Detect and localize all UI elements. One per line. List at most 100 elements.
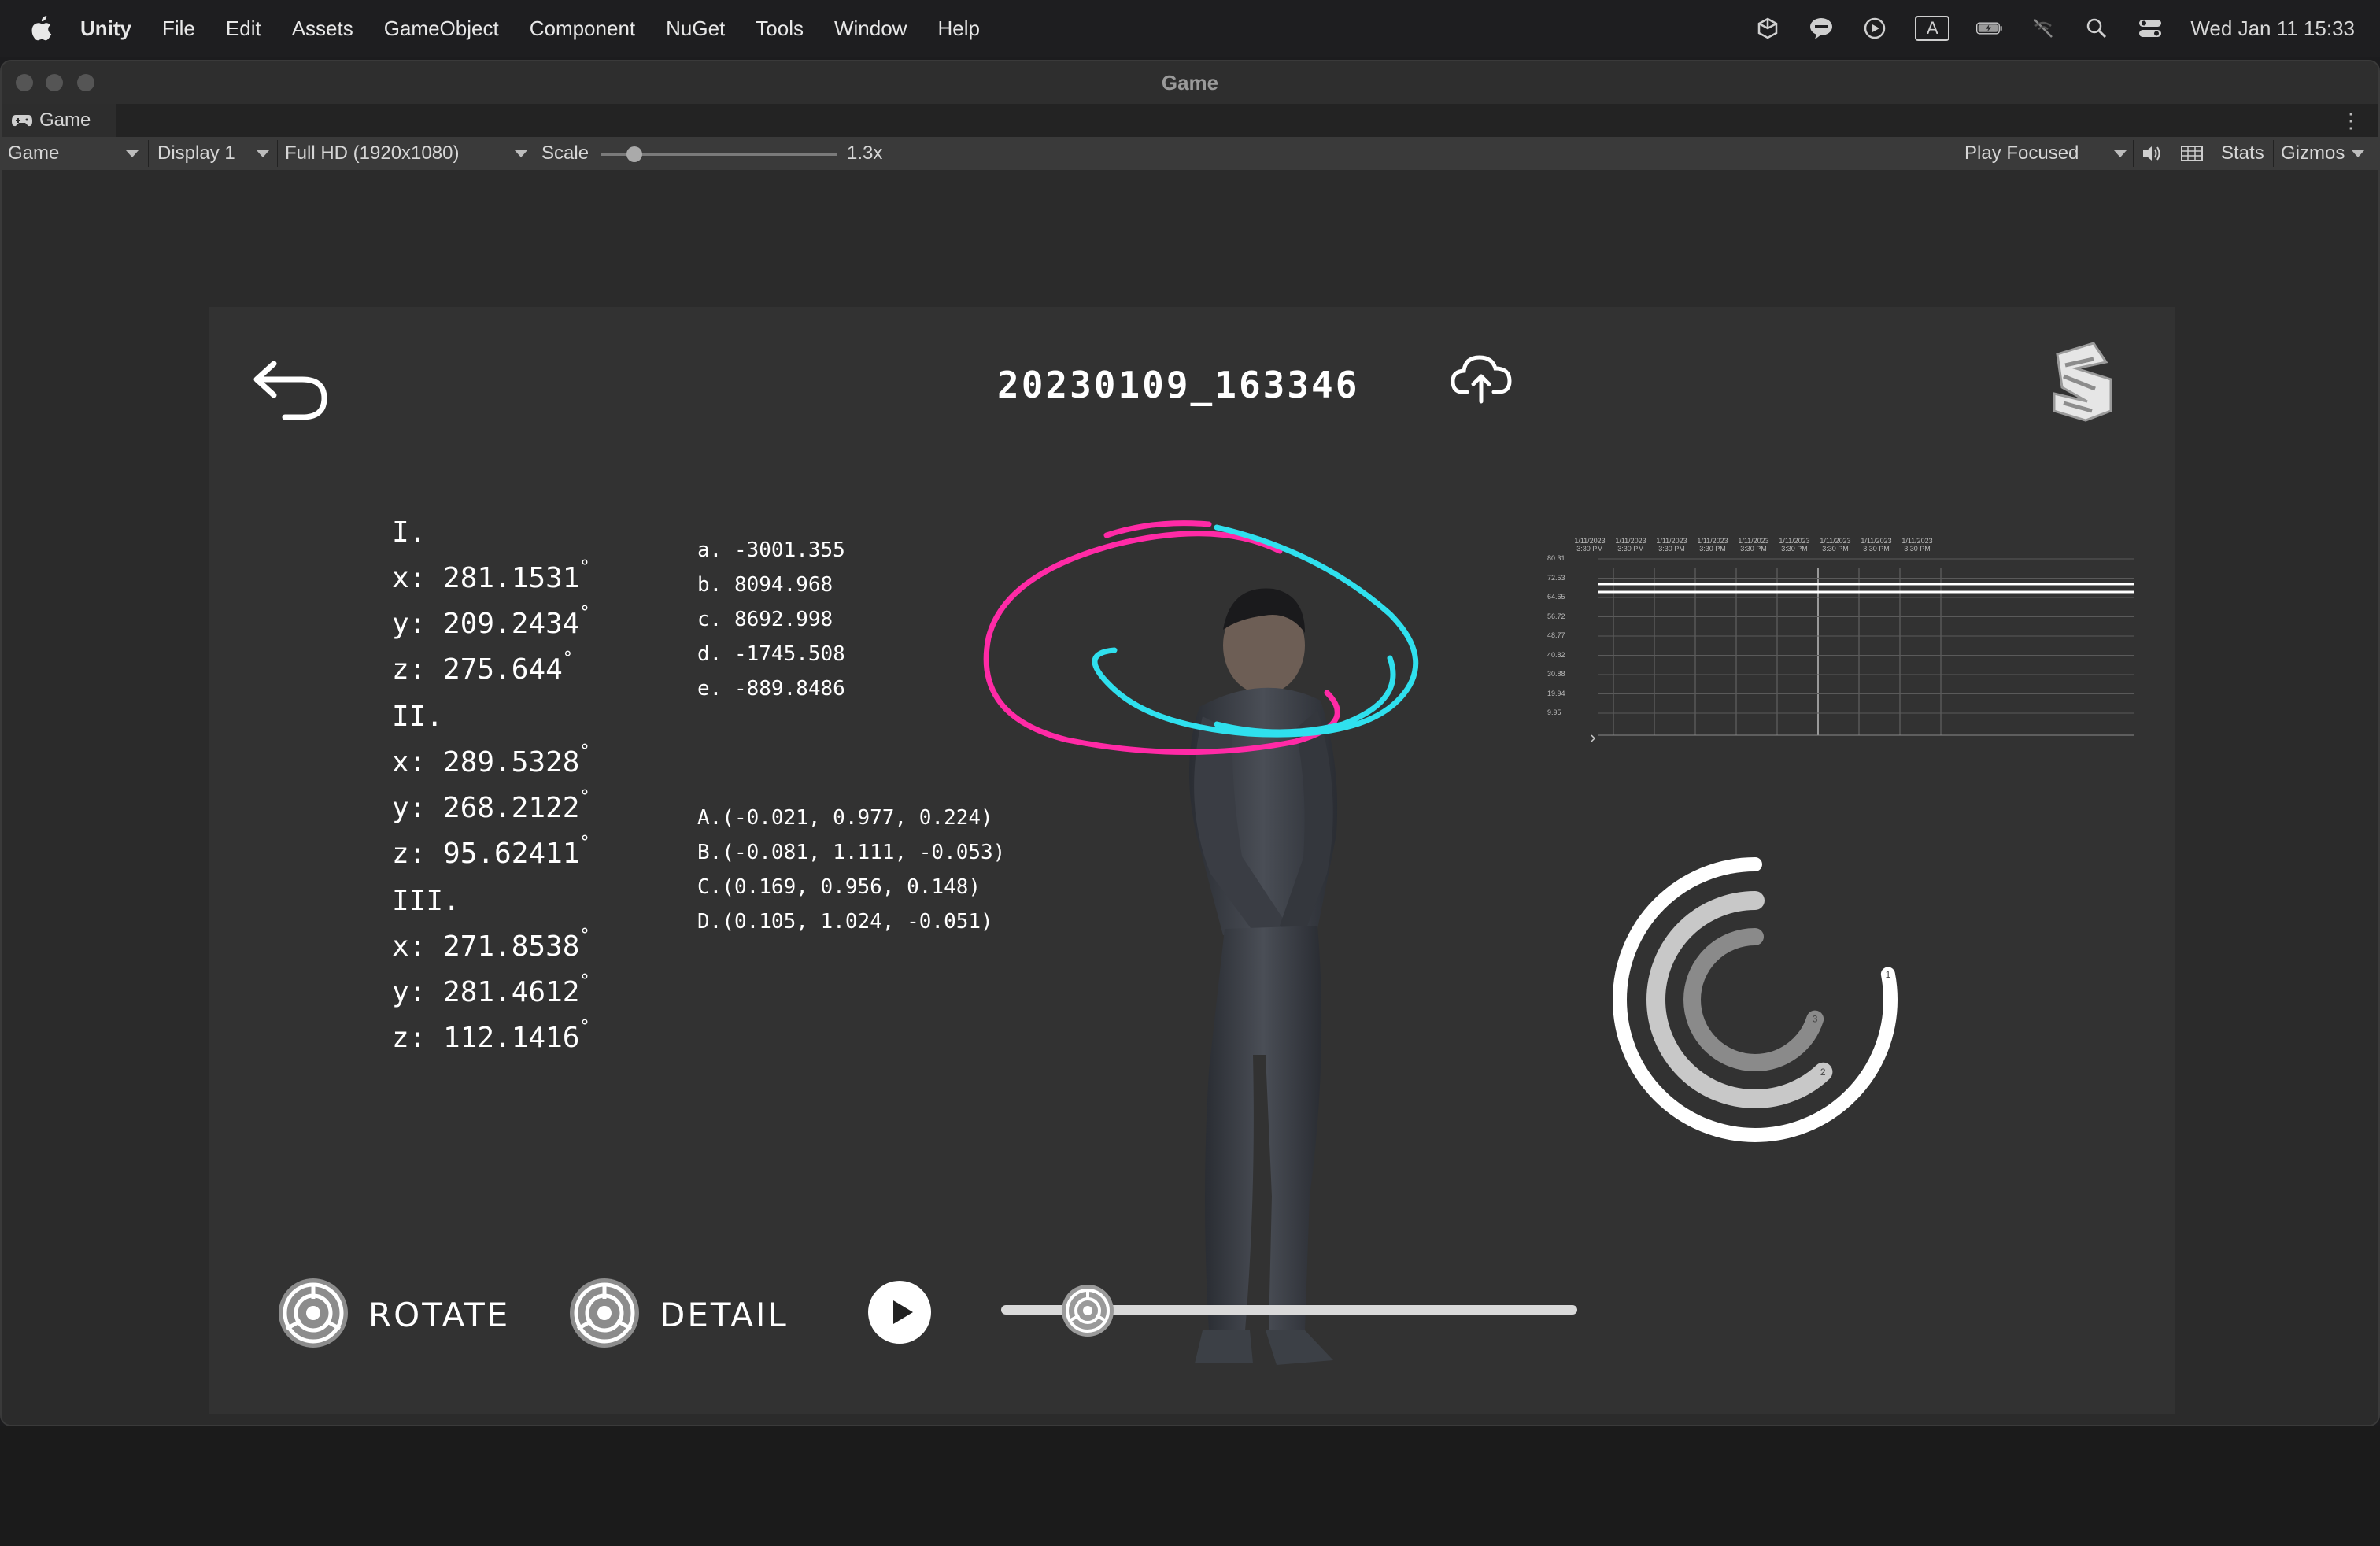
radial-gauge: 1 2 3 <box>1613 857 1898 1142</box>
rotate-button[interactable]: ROTATE <box>368 1296 510 1334</box>
angle-z: z: 275.644 <box>392 653 563 686</box>
display-dropdown[interactable]: Display 1 <box>157 137 269 170</box>
angle-z: z: 95.62411 <box>392 838 580 870</box>
angle-value: y: 209.2434° <box>392 603 590 640</box>
menu-window[interactable]: Window <box>834 17 907 41</box>
battery-icon[interactable] <box>1976 15 2003 42</box>
section-label: I. <box>392 516 427 549</box>
angle-value: y: 281.4612° <box>392 971 590 1008</box>
angle-x: x: 289.5328 <box>392 746 580 779</box>
app-logo-icon <box>2053 342 2112 422</box>
tab-game[interactable]: Game <box>2 104 116 137</box>
game-window: Game Game ⋮ Game Display 1 Full HD (1920… <box>0 60 2380 1426</box>
game-view[interactable]: 20230109_163346 I. x: 281.1531° y: 209.2… <box>2 170 2378 1425</box>
window-title: Game <box>1161 71 1219 94</box>
scale-slider-thumb[interactable] <box>626 146 642 162</box>
rotate-icon[interactable] <box>275 1275 351 1351</box>
angle-value: x: 281.1531° <box>392 557 590 594</box>
coefficient-e: e. -889.8486 <box>697 677 845 701</box>
view-dropdown-value: Game <box>8 142 60 164</box>
chevron-down-icon <box>257 150 269 157</box>
angle-y: y: 209.2434 <box>392 608 580 640</box>
gizmos-dropdown[interactable] <box>2352 137 2364 170</box>
angle-value: z: 112.1416° <box>392 1017 590 1054</box>
gizmos-button[interactable]: Gizmos <box>2281 137 2345 170</box>
stats-button[interactable]: Stats <box>2221 137 2264 170</box>
wifi-off-icon[interactable] <box>2030 15 2057 42</box>
gauge-ring-label: 3 <box>1813 1014 1818 1025</box>
gamepad-icon <box>12 115 32 127</box>
apple-icon[interactable] <box>31 16 54 41</box>
degree-symbol: ° <box>579 787 590 807</box>
unity-cube-icon[interactable] <box>1754 15 1781 42</box>
input-source-icon[interactable]: A <box>1915 16 1950 41</box>
menubar-clock[interactable]: Wed Jan 11 15:33 <box>2190 17 2355 41</box>
tab-bar: Game ⋮ <box>2 104 2378 137</box>
stats-grid-icon[interactable] <box>2180 137 2204 170</box>
game-toolbar: Game Display 1 Full HD (1920x1080) Scale… <box>2 137 2378 170</box>
gauge-ring-label: 1 <box>1886 969 1891 980</box>
menu-nuget[interactable]: NuGet <box>666 17 725 41</box>
view-dropdown[interactable]: Game <box>8 137 139 170</box>
angle-x: x: 271.8538 <box>392 930 580 963</box>
degree-symbol: ° <box>579 971 590 991</box>
tab-game-label: Game <box>39 109 91 131</box>
angle-value: y: 268.2122° <box>392 787 590 824</box>
play-mode-value: Play Focused <box>1964 142 2079 164</box>
cloud-upload-icon[interactable] <box>1450 351 1513 406</box>
degree-symbol: ° <box>579 557 590 577</box>
angle-x: x: 281.1531 <box>392 562 580 594</box>
menu-tools[interactable]: Tools <box>756 17 804 41</box>
menu-component[interactable]: Component <box>530 17 635 41</box>
gauge-ring-label: 2 <box>1820 1067 1826 1078</box>
swing-trace-overlay <box>983 520 1419 755</box>
angle-value: z: 95.62411° <box>392 833 590 870</box>
degree-symbol: ° <box>562 649 573 668</box>
menu-help[interactable]: Help <box>937 17 979 41</box>
detail-icon[interactable] <box>567 1275 642 1351</box>
point-c: C.(0.169, 0.956, 0.148) <box>697 875 981 899</box>
angle-value: z: 275.644° <box>392 649 573 686</box>
menu-gameobject[interactable]: GameObject <box>384 17 499 41</box>
play-button[interactable] <box>867 1280 932 1344</box>
gauge-ring <box>1683 928 1827 1071</box>
app-menu[interactable]: Unity <box>80 17 131 41</box>
resolution-dropdown[interactable]: Full HD (1920x1080) <box>285 137 527 170</box>
play-mode-dropdown[interactable]: Play Focused <box>1964 137 2127 170</box>
play-circle-icon[interactable] <box>1861 15 1888 42</box>
window-titlebar[interactable]: Game <box>2 61 2378 105</box>
degree-symbol: ° <box>579 742 590 761</box>
point-b: B.(-0.081, 1.111, -0.053) <box>697 841 1006 864</box>
coefficient-c: c. 8692.998 <box>697 608 833 631</box>
angle-y: y: 281.4612 <box>392 976 580 1008</box>
menu-assets[interactable]: Assets <box>292 17 353 41</box>
control-center-icon[interactable] <box>2137 15 2164 42</box>
menu-edit[interactable]: Edit <box>226 17 261 41</box>
scale-label: Scale <box>541 142 589 164</box>
angle-y: y: 268.2122 <box>392 792 580 824</box>
chevron-down-icon <box>2114 150 2127 157</box>
chevron-down-icon <box>126 150 139 157</box>
coefficient-a: a. -3001.355 <box>697 538 845 562</box>
point-d: D.(0.105, 1.024, -0.051) <box>697 910 993 934</box>
chevron-down-icon <box>2352 150 2364 157</box>
line-chat-icon[interactable] <box>1808 15 1835 42</box>
search-icon[interactable] <box>2083 15 2110 42</box>
detail-button[interactable]: DETAIL <box>660 1296 789 1334</box>
angle-value: x: 271.8538° <box>392 926 590 963</box>
degree-symbol: ° <box>579 1017 590 1037</box>
desktop-background <box>0 1426 2380 1546</box>
game-canvas[interactable]: 20230109_163346 I. x: 281.1531° y: 209.2… <box>209 307 2175 1414</box>
more-options-icon[interactable]: ⋮ <box>2341 109 2361 133</box>
back-arrow-icon[interactable] <box>250 353 331 423</box>
degree-symbol: ° <box>579 926 590 945</box>
section-label: III. <box>392 885 460 917</box>
timeline-thumb[interactable] <box>1060 1283 1115 1338</box>
degree-symbol: ° <box>579 833 590 853</box>
chevron-down-icon <box>515 150 527 157</box>
mute-audio-icon[interactable] <box>2141 137 2163 170</box>
menu-file[interactable]: File <box>162 17 195 41</box>
coefficient-b: b. 8094.968 <box>697 573 833 597</box>
degree-symbol: ° <box>579 603 590 623</box>
display-dropdown-value: Display 1 <box>157 142 235 164</box>
